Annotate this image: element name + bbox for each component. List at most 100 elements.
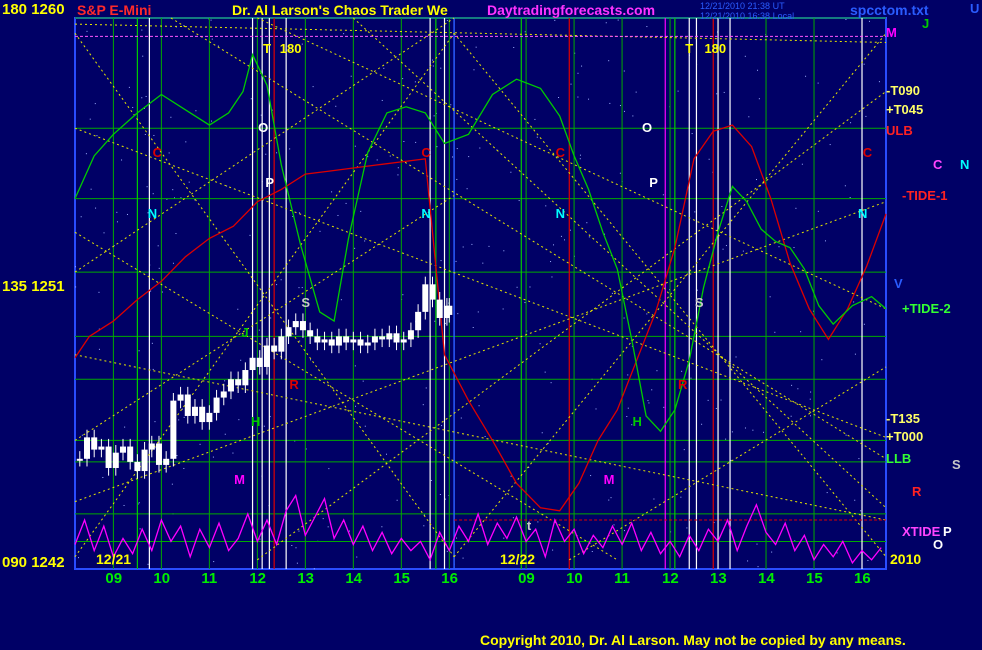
star-dot	[623, 70, 625, 72]
star-dot	[376, 159, 378, 161]
star-dot	[564, 239, 566, 241]
star-dot	[570, 83, 572, 85]
star-dot	[817, 82, 819, 84]
star-dot	[537, 521, 539, 523]
star-dot	[145, 95, 147, 97]
star-dot	[103, 232, 105, 234]
star-dot	[445, 498, 447, 500]
star-dot	[240, 359, 242, 361]
price-bar	[83, 437, 90, 459]
star-dot	[397, 167, 399, 169]
star-dot	[797, 388, 799, 390]
star-dot	[850, 122, 852, 124]
star-dot	[635, 91, 637, 93]
star-dot	[686, 527, 688, 529]
star-dot	[224, 433, 226, 435]
star-dot	[662, 194, 664, 196]
star-dot	[178, 419, 180, 421]
star-dot	[720, 399, 722, 401]
star-dot	[477, 311, 479, 313]
right-label: C	[933, 156, 943, 172]
x-tick-label: 11	[614, 570, 630, 587]
right-label: -T135	[886, 411, 920, 426]
star-dot	[422, 404, 424, 406]
star-dot	[322, 518, 324, 520]
star-dot	[663, 406, 665, 408]
star-dot	[757, 566, 759, 568]
price-bar	[299, 321, 306, 331]
star-dot	[824, 240, 826, 242]
marker-label: C	[421, 144, 431, 160]
star-dot	[75, 286, 77, 288]
star-dot	[402, 78, 404, 80]
star-dot	[844, 185, 846, 187]
price-bar	[199, 406, 206, 423]
star-dot	[98, 291, 100, 293]
star-dot	[534, 118, 536, 120]
price-bar	[357, 339, 364, 346]
star-dot	[715, 407, 717, 409]
star-dot	[238, 419, 240, 421]
star-dot	[609, 102, 611, 104]
star-dot	[212, 456, 214, 458]
star-dot	[696, 289, 698, 291]
star-dot	[479, 147, 481, 149]
star-dot	[211, 38, 213, 40]
star-dot	[280, 279, 282, 281]
star-dot	[868, 20, 870, 22]
star-dot	[383, 67, 385, 69]
star-dot	[161, 291, 163, 293]
star-dot	[488, 245, 490, 247]
price-bar	[76, 458, 83, 461]
star-dot	[188, 181, 190, 183]
star-dot	[121, 159, 123, 161]
star-dot	[744, 55, 746, 57]
star-dot	[81, 434, 83, 436]
star-dot	[259, 538, 261, 540]
marker-label: M	[234, 472, 245, 488]
star-dot	[213, 561, 215, 563]
star-dot	[683, 449, 685, 451]
star-dot	[354, 365, 356, 367]
price-bar	[393, 333, 400, 343]
star-dot	[146, 186, 148, 188]
star-dot	[80, 216, 82, 218]
star-dot	[468, 156, 470, 158]
price-bar	[105, 446, 112, 468]
star-dot	[102, 476, 104, 478]
star-dot	[579, 158, 581, 160]
date-label-right: 12/22	[500, 551, 536, 567]
star-dot	[444, 322, 446, 324]
star-dot	[656, 370, 658, 372]
star-dot	[430, 479, 432, 481]
star-dot	[128, 86, 130, 88]
price-bar	[292, 321, 299, 328]
star-dot	[544, 371, 546, 373]
star-dot	[153, 134, 155, 136]
star-dot	[298, 530, 300, 532]
star-dot	[138, 350, 140, 352]
star-dot	[291, 544, 293, 546]
star-dot	[141, 29, 143, 31]
marker-label: 180	[279, 40, 302, 56]
price-bar	[177, 394, 184, 401]
star-dot	[138, 502, 140, 504]
star-dot	[439, 494, 441, 496]
star-dot	[867, 559, 869, 561]
star-dot	[617, 19, 619, 21]
price-bar	[328, 339, 335, 346]
star-dot	[456, 537, 458, 539]
price-bar	[98, 446, 105, 450]
marker-label: M	[603, 472, 615, 488]
star-dot	[381, 526, 383, 528]
star-dot	[355, 405, 357, 407]
star-dot	[805, 75, 807, 77]
star-dot	[123, 504, 125, 506]
star-dot	[95, 207, 97, 209]
marker-label: O	[642, 120, 653, 136]
star-dot	[414, 81, 416, 83]
star-dot	[473, 69, 475, 71]
star-dot	[769, 296, 771, 298]
star-dot	[310, 359, 312, 361]
star-dot	[771, 551, 773, 553]
